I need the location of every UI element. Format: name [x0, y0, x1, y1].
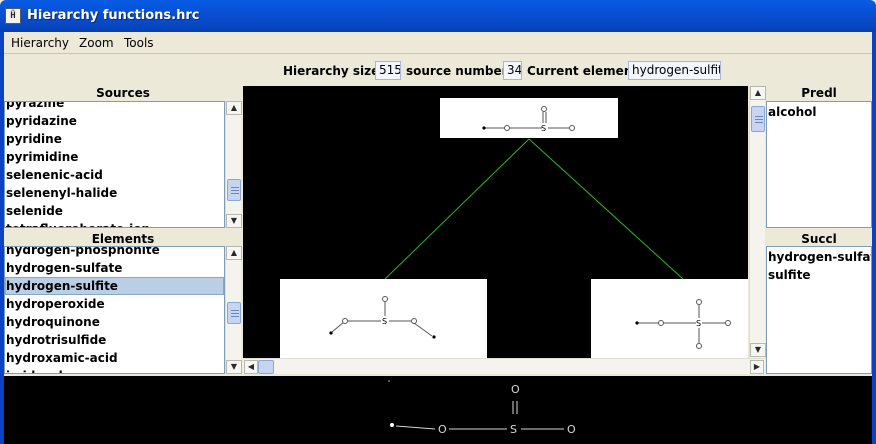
hierarchy-canvas[interactable]: S S S: [243, 86, 748, 358]
list-item[interactable]: hydrogen-sulfate: [768, 248, 871, 266]
atom-label: S: [696, 319, 701, 328]
menu-hierarchy[interactable]: Hierarchy: [11, 36, 69, 50]
atom-label: O: [438, 423, 447, 436]
list-item[interactable]: hydroperoxide: [6, 295, 105, 313]
atom-label: S: [541, 124, 546, 133]
scroll-down-icon[interactable]: ▼: [226, 214, 242, 228]
atom-label: O: [511, 383, 520, 396]
scroll-right-icon[interactable]: ▶: [750, 360, 764, 374]
current-element-field[interactable]: hydrogen-sulfite: [628, 61, 721, 80]
list-item[interactable]: selenide: [6, 202, 63, 220]
window-title: Hierarchy functions.hrc: [27, 8, 200, 23]
hierarchy-size-field[interactable]: 515: [375, 61, 401, 80]
scroll-thumb[interactable]: [258, 360, 274, 374]
atom-label: S: [382, 317, 387, 326]
scroll-up-icon[interactable]: ▲: [750, 86, 766, 100]
scroll-up-icon[interactable]: ▲: [226, 101, 242, 115]
hierarchy-edge: [384, 138, 530, 280]
list-item[interactable]: alcohol: [768, 103, 816, 121]
list-item[interactable]: sulfite: [768, 266, 811, 284]
list-item[interactable]: pyrazine: [6, 102, 64, 112]
scroll-down-icon[interactable]: ▼: [750, 343, 766, 357]
list-item[interactable]: selenenyl-halide: [6, 184, 117, 202]
succ-list[interactable]: hydrogen-sulfate sulfite: [766, 246, 872, 374]
node-current[interactable]: [440, 98, 618, 138]
canvas-vscrollbar[interactable]: ▲ ▼: [749, 86, 766, 358]
menu-tools[interactable]: Tools: [124, 36, 154, 50]
list-item[interactable]: hydrogen-sulfate: [6, 259, 122, 277]
list-item[interactable]: hydroquinone: [6, 313, 100, 331]
source-number-field[interactable]: 34: [503, 61, 522, 80]
scroll-up-icon[interactable]: ▲: [226, 246, 242, 260]
sources-scrollbar[interactable]: ▲ ▼: [225, 101, 242, 228]
menu-zoom[interactable]: Zoom: [79, 36, 114, 50]
list-item[interactable]: imidazole: [6, 367, 71, 373]
sources-title: Sources: [96, 86, 150, 100]
canvas-hscrollbar[interactable]: ◀ ▶: [243, 358, 765, 374]
scroll-thumb[interactable]: [751, 106, 765, 132]
scroll-thumb[interactable]: [227, 179, 241, 201]
scroll-left-icon[interactable]: ◀: [244, 360, 258, 374]
list-item[interactable]: tetrafluoroborate-ion: [6, 220, 150, 227]
title-bar[interactable]: Ĥ Hierarchy functions.hrc: [0, 0, 876, 32]
hierarchy-size-label: Hierarchy size:: [283, 64, 385, 78]
current-element-label: Current element:: [527, 64, 643, 78]
node-child-2[interactable]: [591, 279, 748, 358]
source-number-label: source number:: [406, 64, 513, 78]
elements-title: Elements: [91, 232, 155, 246]
elements-scrollbar[interactable]: ▲ ▼: [225, 246, 242, 374]
list-item[interactable]: selenenic-acid: [6, 166, 103, 184]
scroll-thumb[interactable]: [227, 302, 241, 324]
list-item-selected[interactable]: hydrogen-sulfite: [5, 277, 224, 295]
list-item[interactable]: pyridazine: [6, 112, 77, 130]
molecule-preview-drawing: O O S O: [388, 380, 576, 436]
pred-title: Predl: [801, 86, 837, 100]
hierarchy-graph: S S S: [280, 98, 748, 358]
elements-list[interactable]: hydrogen-phosphonite hydrogen-sulfate hy…: [4, 246, 225, 374]
atom-label: O: [567, 423, 576, 436]
window-frame-right: [872, 32, 876, 444]
menu-bar: Hierarchy Zoom Tools: [4, 32, 872, 54]
list-item[interactable]: pyrimidine: [6, 148, 78, 166]
atom-label: S: [510, 423, 517, 436]
succ-title: Succl: [801, 232, 837, 246]
pred-list[interactable]: alcohol: [766, 101, 872, 228]
molecule-preview: O O S O: [4, 376, 872, 444]
hierarchy-edge: [528, 138, 684, 280]
app-icon[interactable]: Ĥ: [5, 8, 21, 24]
scroll-down-icon[interactable]: ▼: [226, 360, 242, 374]
list-item[interactable]: hydrogen-phosphonite: [6, 247, 160, 259]
sources-list[interactable]: pyrazine pyridazine pyridine pyrimidine …: [4, 101, 225, 228]
list-item[interactable]: hydroxamic-acid: [6, 349, 118, 367]
list-item[interactable]: hydrotrisulfide: [6, 331, 106, 349]
list-item[interactable]: pyridine: [6, 130, 62, 148]
